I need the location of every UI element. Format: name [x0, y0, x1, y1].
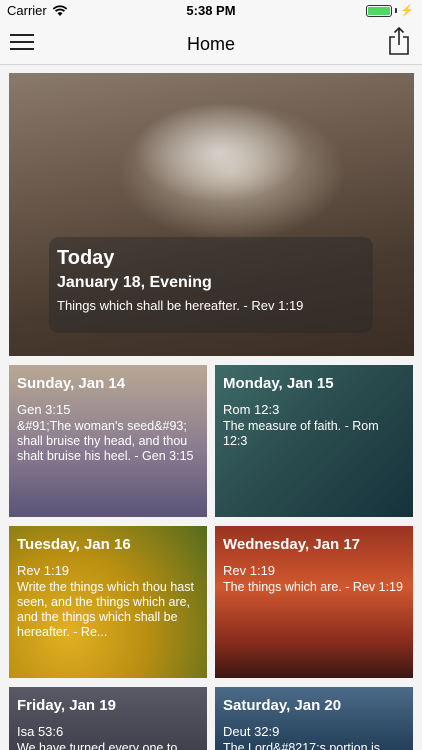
card-text: Write the things which thou hast seen, a… [17, 580, 194, 639]
card-text: We have turned every one to [17, 741, 178, 750]
card-reference: Rom 12:3 [223, 402, 280, 417]
devotional-card-tuesday[interactable]: Tuesday, Jan 16 Rev 1:19 Write the thing… [9, 526, 207, 678]
status-right: ⚡ [366, 4, 414, 17]
today-hero-card[interactable]: Today January 18, Evening Things which s… [9, 73, 414, 356]
devotional-card-wednesday[interactable]: Wednesday, Jan 17 Rev 1:19 The things wh… [215, 526, 413, 678]
hero-overlay: Today January 18, Evening Things which s… [49, 237, 373, 333]
devotional-card-friday[interactable]: Friday, Jan 19 Isa 53:6 We have turned e… [9, 687, 207, 750]
card-text: The measure of faith. - Rom 12:3 [223, 419, 379, 448]
card-reference: Rev 1:19 [223, 563, 276, 578]
devotional-card-monday[interactable]: Monday, Jan 15 Rom 12:3 The measure of f… [215, 365, 413, 517]
card-reference: Rev 1:19 [17, 563, 70, 578]
status-time: 5:38 PM [186, 3, 236, 18]
card-date: Monday, Jan 15 [223, 375, 334, 392]
page-title: Home [186, 34, 235, 54]
card-date: Tuesday, Jan 16 [17, 536, 131, 553]
card-date: Sunday, Jan 14 [17, 375, 126, 392]
hero-text: Things which shall be hereafter. - Rev 1… [57, 298, 304, 313]
card-text: &#91;The woman's seed&#93; shall bruise … [17, 419, 194, 463]
card-reference: Deut 32:9 [223, 724, 280, 739]
battery-cap [395, 8, 398, 13]
card-date: Saturday, Jan 20 [223, 697, 342, 714]
hero-label: Today [57, 247, 115, 269]
share-icon[interactable] [388, 27, 410, 55]
card-reference: Gen 3:15 [17, 402, 71, 417]
card-text: The things which are. - Rev 1:19 [223, 580, 403, 594]
hero-date: January 18, Evening [57, 274, 212, 291]
card-date: Wednesday, Jan 17 [223, 536, 361, 553]
card-date: Friday, Jan 19 [17, 697, 116, 714]
card-text: The Lord&#8217;s portion is [223, 741, 381, 750]
devotional-card-sunday[interactable]: Sunday, Jan 14 Gen 3:15 &#91;The woman's… [9, 365, 207, 517]
devotional-card-saturday[interactable]: Saturday, Jan 20 Deut 32:9 The Lord&#821… [215, 687, 413, 750]
status-bar: Carrier 5:38 PM ⚡ [0, 0, 422, 22]
navigation-bar: Home [0, 22, 422, 65]
card-reference: Isa 53:6 [17, 724, 64, 739]
charging-bolt-icon: ⚡ [400, 5, 414, 17]
battery-icon [366, 4, 393, 17]
